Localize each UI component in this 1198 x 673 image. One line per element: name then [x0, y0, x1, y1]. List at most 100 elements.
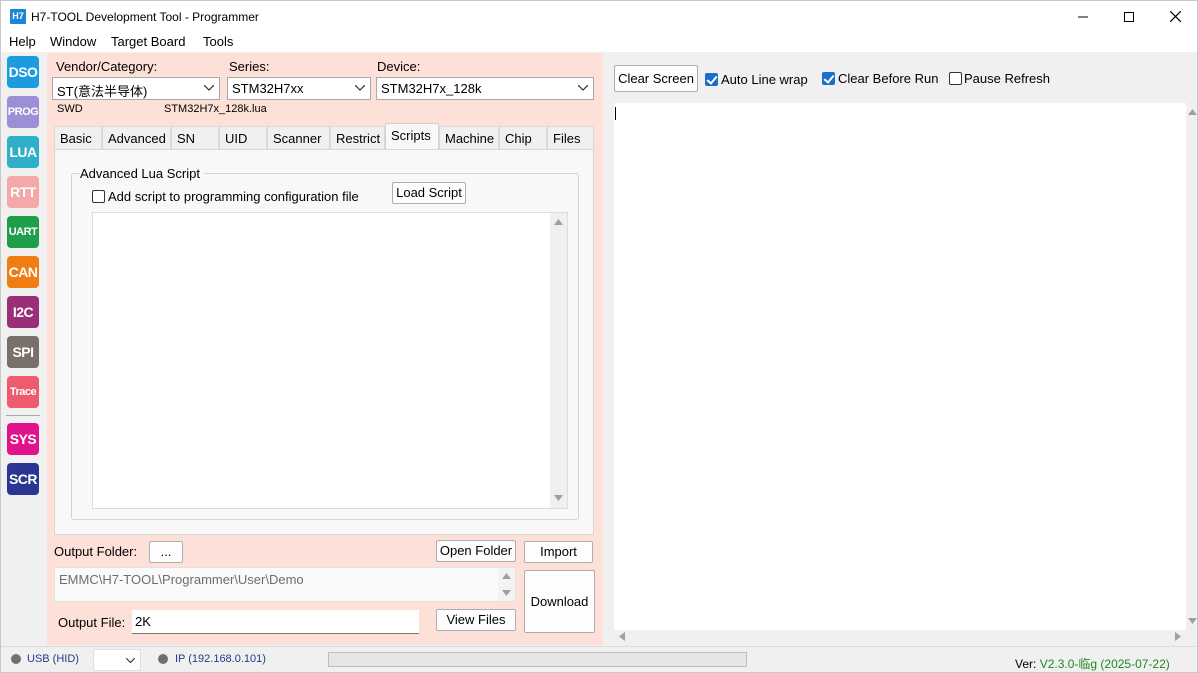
- scroll-up-icon: [502, 573, 511, 579]
- scroll-up-icon: [1188, 109, 1197, 115]
- output-file-label: Output File:: [58, 615, 126, 630]
- vendor-value: ST(意法半导体): [57, 84, 148, 99]
- series-select[interactable]: STM32H7xx: [227, 77, 371, 100]
- can-button[interactable]: CAN: [7, 256, 39, 288]
- chevron-down-icon: [355, 85, 365, 91]
- console-panel: Clear Screen Auto Line wrap Clear Before…: [607, 53, 1197, 645]
- import-button[interactable]: Import: [524, 541, 593, 563]
- tab-restrict[interactable]: Restrict: [330, 126, 385, 149]
- add-script-checkbox[interactable]: [92, 190, 105, 203]
- pause-refresh-checkbox[interactable]: [949, 72, 962, 85]
- title-bar: H7 H7-TOOL Development Tool - Programmer: [1, 1, 1197, 32]
- open-folder-button[interactable]: Open Folder: [436, 540, 516, 562]
- output-path-text: EMMC\H7-TOOL\Programmer\User\Demo: [59, 572, 304, 587]
- scroll-down-icon: [1188, 618, 1197, 624]
- lua-file-label: STM32H7x_128k.lua: [164, 103, 267, 115]
- clear-before-run-checkbox[interactable]: [822, 72, 835, 85]
- toolbar-separator: [6, 415, 40, 416]
- programmer-panel: Vendor/Category: ST(意法半导体) Series: STM32…: [47, 53, 603, 645]
- tab-machine[interactable]: Machine: [439, 126, 499, 149]
- console-hscrollbar[interactable]: [614, 630, 1186, 643]
- window-title: H7-TOOL Development Tool - Programmer: [31, 10, 259, 24]
- console-output[interactable]: [614, 103, 1186, 630]
- scroll-down-icon: [554, 495, 563, 501]
- path-scrollbar[interactable]: [498, 568, 515, 601]
- chevron-down-icon: [578, 85, 588, 91]
- pause-refresh-label: Pause Refresh: [964, 71, 1050, 86]
- tab-files[interactable]: Files: [547, 126, 594, 149]
- tab-basic[interactable]: Basic: [54, 126, 102, 149]
- tab-sn[interactable]: SN: [171, 126, 219, 149]
- clear-before-run-label: Clear Before Run: [838, 71, 939, 86]
- ip-status-dot: [158, 654, 168, 664]
- output-path-field[interactable]: EMMC\H7-TOOL\Programmer\User\Demo: [54, 567, 516, 602]
- minimize-icon: [1078, 16, 1088, 17]
- usb-status-dot: [11, 654, 21, 664]
- vendor-label: Vendor/Category:: [56, 59, 158, 74]
- vendor-select[interactable]: ST(意法半导体): [52, 77, 220, 100]
- menu-bar: Help Window Target Board Tools: [1, 32, 1197, 52]
- view-files-button[interactable]: View Files: [436, 609, 516, 631]
- scripts-tab-page: Advanced Lua Script Add script to progra…: [54, 149, 594, 535]
- menu-help[interactable]: Help: [9, 34, 36, 49]
- output-folder-label: Output Folder:: [54, 544, 138, 559]
- trace-button[interactable]: Trace: [7, 376, 39, 408]
- close-icon: [1169, 11, 1181, 22]
- config-tabs: Basic Advanced SN UID Scanner Restrict M…: [54, 123, 594, 150]
- maximize-icon: [1124, 11, 1134, 22]
- device-label: Device:: [377, 59, 421, 74]
- device-value: STM32H7x_128k: [381, 81, 482, 96]
- clear-screen-button[interactable]: Clear Screen: [614, 65, 698, 92]
- auto-wrap-label: Auto Line wrap: [721, 72, 808, 87]
- app-window: H7 H7-TOOL Development Tool - Programmer…: [0, 0, 1198, 673]
- tab-uid[interactable]: UID: [219, 126, 267, 149]
- spi-button[interactable]: SPI: [7, 336, 39, 368]
- output-file-input[interactable]: 2K: [132, 610, 419, 634]
- text-caret: [615, 107, 616, 120]
- scroll-up-icon: [554, 219, 563, 225]
- device-select[interactable]: STM32H7x_128k: [376, 77, 594, 100]
- browse-folder-button[interactable]: ...: [149, 541, 183, 563]
- usb-device-select[interactable]: [93, 649, 141, 671]
- scr-button[interactable]: SCR: [7, 463, 39, 495]
- console-vscrollbar[interactable]: [1186, 103, 1197, 630]
- menu-tools[interactable]: Tools: [203, 34, 233, 49]
- series-label: Series:: [229, 59, 270, 74]
- download-button[interactable]: Download: [524, 570, 595, 633]
- maximize-button[interactable]: [1106, 1, 1152, 32]
- series-value: STM32H7xx: [232, 81, 304, 96]
- scroll-right-icon: [1175, 632, 1181, 641]
- auto-wrap-checkbox[interactable]: [705, 73, 718, 86]
- lua-button[interactable]: LUA: [7, 136, 39, 168]
- module-toolbar: DSO PROG LUA RTT UART CAN I2C SPI Trace …: [2, 52, 44, 646]
- version-label: Ver:: [1015, 657, 1037, 671]
- prog-button[interactable]: PROG: [7, 96, 39, 128]
- usb-status-label: USB (HID): [27, 653, 79, 665]
- load-script-button[interactable]: Load Script: [392, 182, 466, 204]
- chevron-down-icon: [204, 85, 214, 91]
- version-value: V2.3.0-临g (2025-07-22): [1039, 657, 1170, 671]
- menu-window[interactable]: Window: [50, 34, 96, 49]
- tab-scanner[interactable]: Scanner: [267, 126, 330, 149]
- tab-chip[interactable]: Chip: [499, 126, 547, 149]
- script-scrollbar[interactable]: [550, 213, 567, 508]
- sys-button[interactable]: SYS: [7, 423, 39, 455]
- progress-bar: [328, 652, 747, 667]
- chevron-down-icon: [126, 658, 135, 663]
- menu-target-board[interactable]: Target Board: [111, 34, 185, 49]
- minimize-button[interactable]: [1060, 1, 1106, 32]
- tab-scripts[interactable]: Scripts: [385, 123, 439, 150]
- dso-button[interactable]: DSO: [7, 56, 39, 88]
- i2c-button[interactable]: I2C: [7, 296, 39, 328]
- scroll-left-icon: [619, 632, 625, 641]
- version-info: Ver: V2.3.0-临g (2025-07-22): [1015, 655, 1170, 672]
- script-editor[interactable]: [92, 212, 568, 509]
- interface-label: SWD: [57, 103, 83, 115]
- scroll-down-icon: [502, 590, 511, 596]
- status-bar: USB (HID) IP (192.168.0.101) Ver: V2.3.0…: [1, 646, 1197, 672]
- uart-button[interactable]: UART: [7, 216, 39, 248]
- rtt-button[interactable]: RTT: [7, 176, 39, 208]
- tab-advanced[interactable]: Advanced: [102, 126, 171, 149]
- close-button[interactable]: [1152, 1, 1197, 32]
- app-icon: H7: [10, 9, 26, 24]
